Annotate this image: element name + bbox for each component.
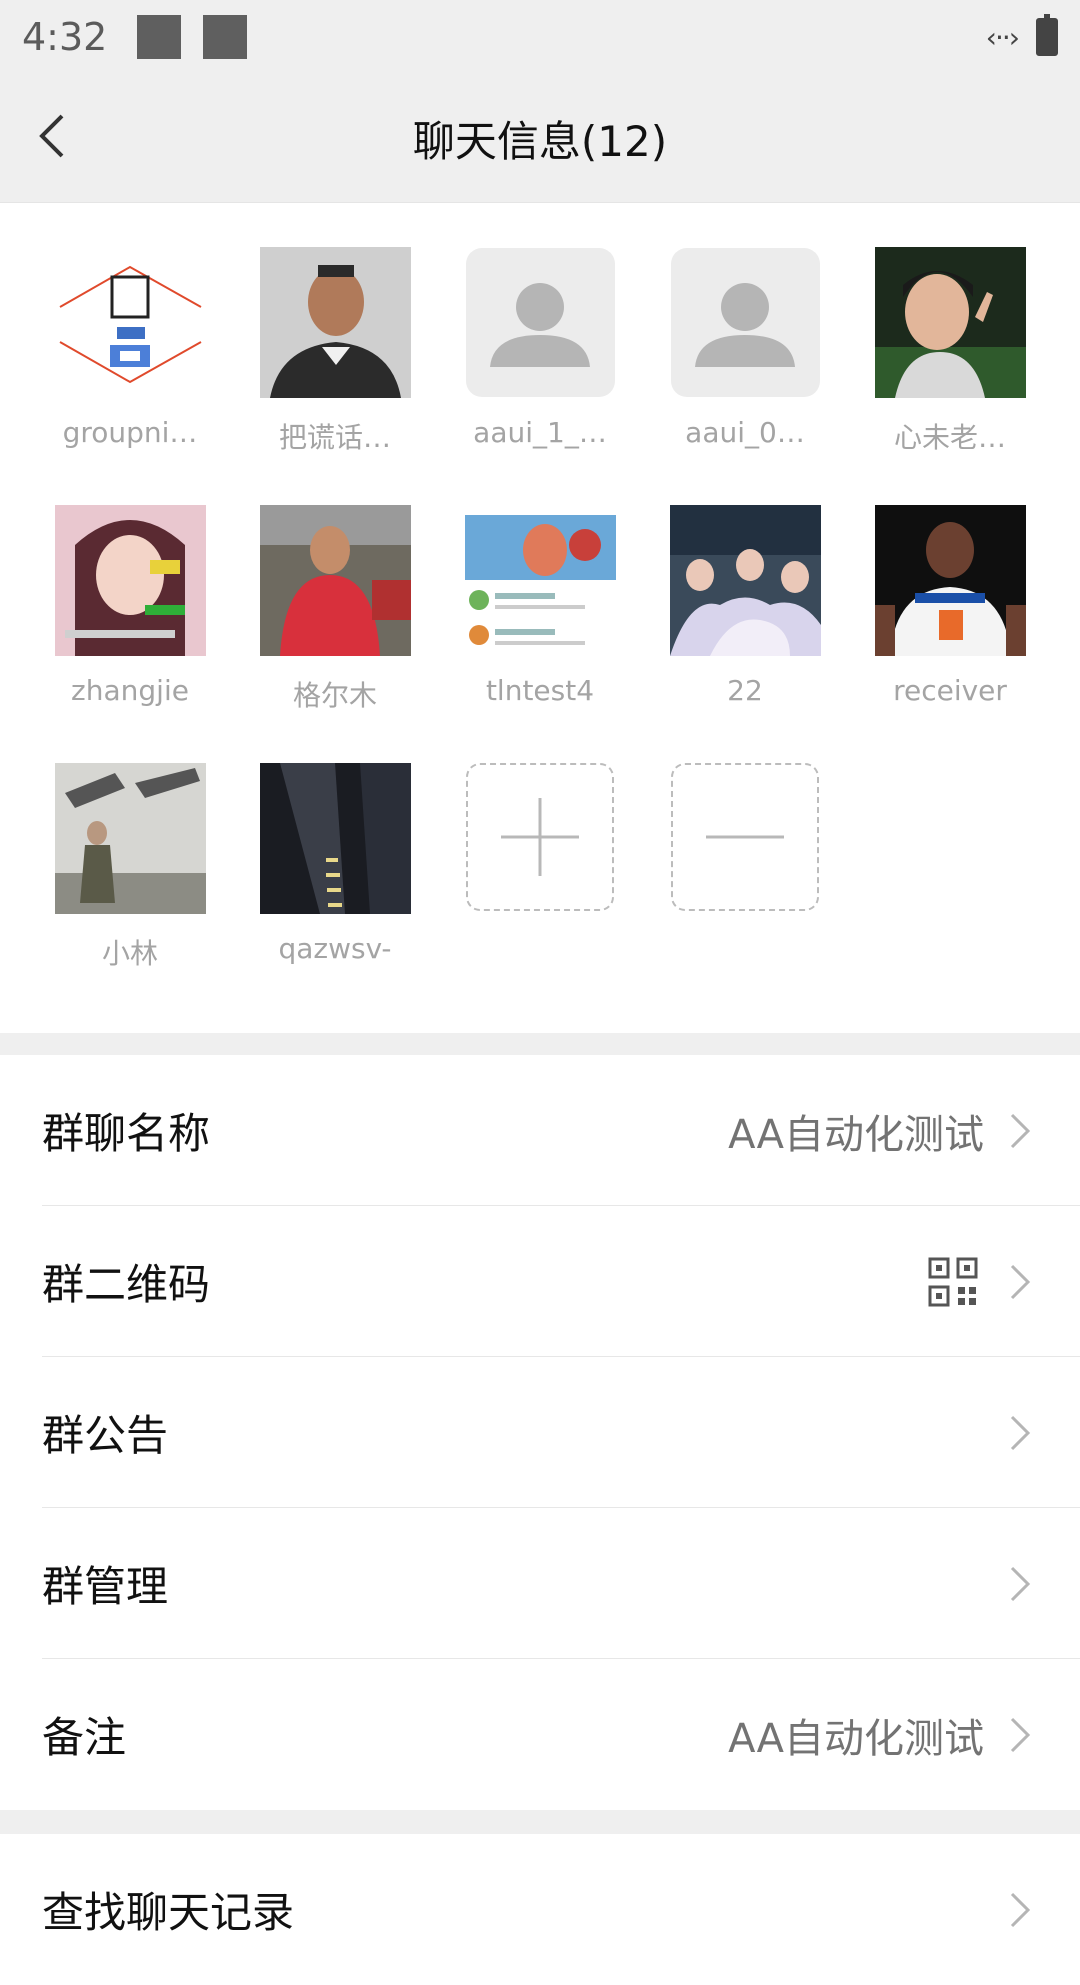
page-title: 聊天信息(12): [412, 116, 668, 166]
photo-icon: [54, 505, 206, 656]
avatar: [259, 763, 411, 914]
group-manage-row[interactable]: 群管理: [42, 1508, 1080, 1659]
photo-icon: [259, 505, 411, 656]
minus-icon: [706, 835, 784, 839]
status-bar: 4:32 ‹··›: [0, 0, 1080, 74]
chevron-right-icon: [1006, 1890, 1034, 1930]
member-name: tlntest4: [485, 674, 595, 707]
photo-icon: [669, 505, 821, 656]
avatar: [54, 247, 206, 398]
member-name: 心未老…: [893, 421, 1006, 454]
member-item[interactable]: 把谎话…: [245, 247, 425, 456]
member-item[interactable]: qazwsv-: [245, 763, 425, 965]
member-item[interactable]: 心未老…: [860, 247, 1040, 456]
add-member-button[interactable]: [450, 763, 630, 911]
chevron-right-icon: [1006, 1111, 1034, 1151]
avatar: [259, 505, 411, 656]
search-history-row[interactable]: 查找聊天记录: [42, 1834, 1080, 1985]
notification-icon: [137, 15, 182, 59]
settings-list: 群聊名称 AA自动化测试 群二维码 群公告 群管理 备注 AA自动化测试: [0, 1055, 1080, 1810]
setting-label: 群公告: [42, 1411, 169, 1460]
member-name: zhangjie: [71, 674, 189, 707]
avatar: [259, 247, 411, 398]
avatar: [874, 247, 1026, 398]
section-divider: [0, 1810, 1080, 1834]
chevron-right-icon: [1006, 1262, 1034, 1302]
group-logo-icon: [54, 247, 206, 398]
setting-label: 群二维码: [42, 1260, 211, 1309]
avatar: [54, 505, 206, 656]
photo-icon: [874, 247, 1026, 398]
member-item[interactable]: 22: [655, 505, 835, 707]
chevron-right-icon: [1006, 1564, 1034, 1604]
group-qr-row[interactable]: 群二维码: [42, 1206, 1080, 1357]
member-name: 把谎话…: [278, 421, 391, 454]
battery-icon: [1036, 14, 1058, 56]
notification-icon: [203, 15, 248, 59]
remove-member-button[interactable]: [655, 763, 835, 911]
chevron-left-icon: [39, 114, 64, 158]
photo-icon: [54, 763, 206, 914]
status-time: 4:32: [22, 15, 108, 59]
member-grid: groupni… 把谎话… aaui_1_… aaui_0… 心未老… zhan…: [0, 247, 1080, 1007]
member-name: qazwsv-: [278, 932, 392, 965]
status-icons: ‹··›: [985, 14, 1058, 56]
back-button[interactable]: [34, 112, 74, 160]
member-name: 格尔木: [292, 679, 377, 712]
section-divider: [0, 1033, 1080, 1055]
chevron-right-icon: [1006, 1413, 1034, 1453]
avatar: [54, 763, 206, 914]
group-notice-row[interactable]: 群公告: [42, 1357, 1080, 1508]
remove-member-box: [671, 763, 819, 911]
member-item[interactable]: 小林: [40, 763, 220, 972]
avatar: [669, 505, 821, 656]
data-transfer-icon: ‹··›: [985, 20, 1020, 54]
member-item[interactable]: groupni…: [40, 247, 220, 449]
add-member-box: [466, 763, 614, 911]
user-placeholder-icon: [465, 248, 615, 397]
member-name: 小林: [101, 937, 158, 970]
photo-icon: [464, 505, 616, 656]
user-placeholder-icon: [670, 248, 820, 397]
member-item[interactable]: zhangjie: [40, 505, 220, 707]
member-item[interactable]: receiver: [860, 505, 1040, 707]
member-name: groupni…: [62, 416, 198, 449]
remark-row[interactable]: 备注 AA自动化测试: [42, 1659, 1080, 1810]
member-item[interactable]: tlntest4: [450, 505, 630, 707]
member-name: aaui_1_…: [473, 416, 607, 449]
member-item[interactable]: 格尔木: [245, 505, 425, 714]
member-item[interactable]: aaui_1_…: [450, 247, 630, 449]
avatar: [670, 247, 821, 398]
chevron-right-icon: [1006, 1715, 1034, 1755]
top-bar: 聊天信息(12): [0, 74, 1080, 203]
member-name: aaui_0…: [685, 416, 805, 449]
member-item[interactable]: aaui_0…: [655, 247, 835, 449]
remark-value: AA自动化测试: [728, 1715, 984, 1762]
members-section: groupni… 把谎话… aaui_1_… aaui_0… 心未老… zhan…: [0, 203, 1080, 1033]
avatar: [465, 247, 616, 398]
qr-code-icon: [928, 1257, 978, 1307]
setting-label: 查找聊天记录: [42, 1888, 295, 1937]
setting-label: 群管理: [42, 1562, 169, 1611]
group-name-row[interactable]: 群聊名称 AA自动化测试: [42, 1055, 1080, 1206]
avatar: [874, 505, 1026, 656]
photo-icon: [874, 505, 1026, 656]
photo-icon: [259, 247, 411, 398]
plus-icon: [501, 798, 579, 876]
member-name: 22: [727, 674, 763, 707]
setting-label: 备注: [42, 1713, 127, 1762]
photo-icon: [259, 763, 411, 914]
member-name: receiver: [893, 674, 1007, 707]
group-name-value: AA自动化测试: [728, 1111, 984, 1158]
setting-label: 群聊名称: [42, 1109, 211, 1158]
avatar: [464, 505, 616, 656]
